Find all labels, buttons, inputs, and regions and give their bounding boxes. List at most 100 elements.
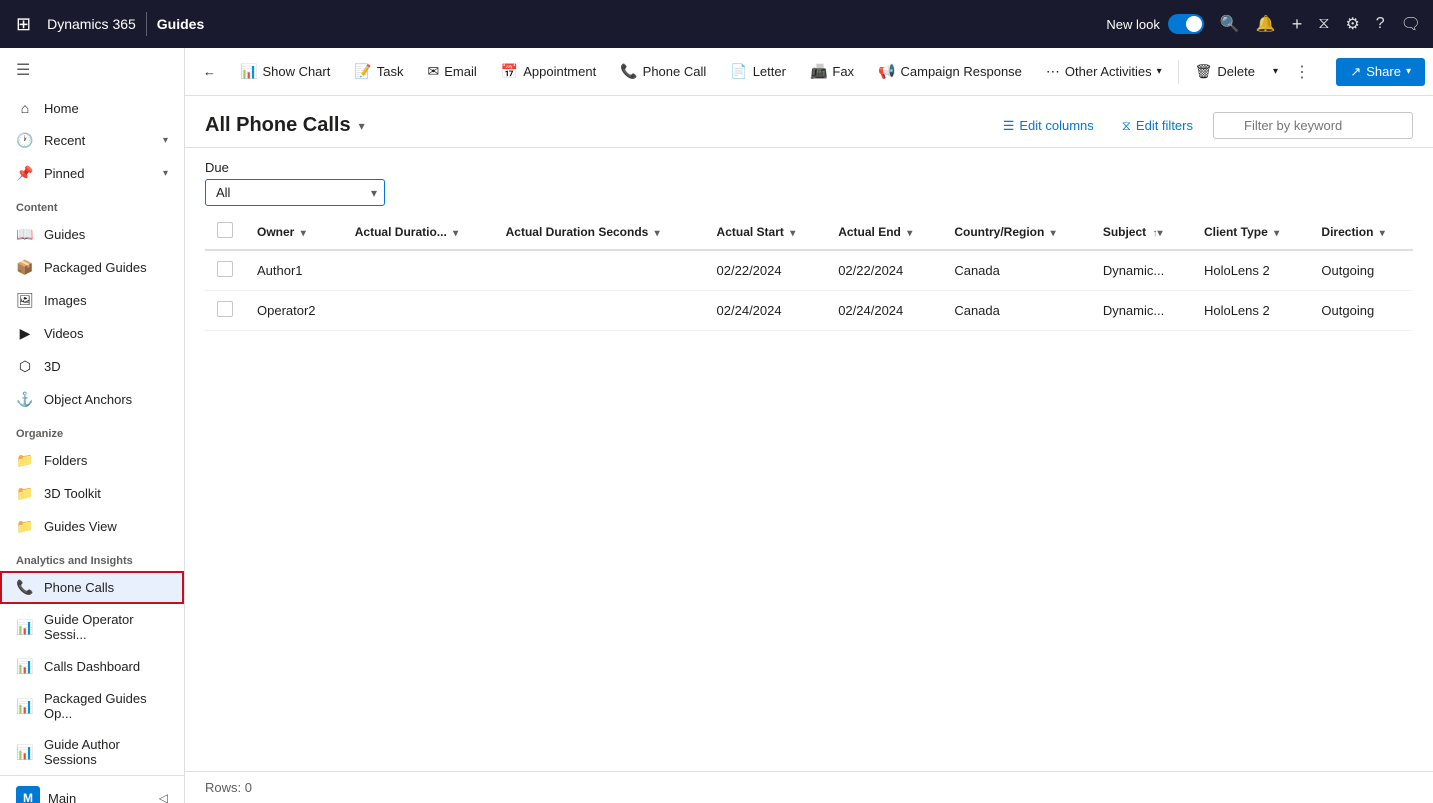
sidebar-item-home[interactable]: ⌂ Home — [0, 92, 184, 124]
table-row[interactable]: Operator2 02/24/2024 02/24/2024 Canada D… — [205, 291, 1413, 331]
due-select[interactable]: All Overdue Due Today Due This Week — [205, 179, 385, 206]
col-header-subject[interactable]: Subject ↑▾ — [1091, 214, 1192, 250]
sidebar-item-videos[interactable]: ▶ Videos — [0, 317, 184, 350]
appointment-button[interactable]: 📅 Appointment — [491, 57, 606, 86]
table-body: Author1 02/22/2024 02/22/2024 Canada Dyn… — [205, 250, 1413, 331]
help-icon[interactable]: ? — [1376, 15, 1385, 33]
edit-columns-button[interactable]: ☰ Edit columns — [995, 114, 1102, 138]
row-checkbox-0[interactable] — [217, 261, 233, 277]
due-select-wrapper: All Overdue Due Today Due This Week ▾ — [205, 179, 385, 206]
col-label-actual-duration: Actual Duratio... — [355, 225, 447, 239]
email-label: Email — [444, 64, 477, 79]
letter-icon: 📄 — [730, 63, 747, 80]
col-header-actual-duration[interactable]: Actual Duratio... ▾ — [343, 214, 494, 250]
sidebar-item-guide-author-sessions[interactable]: 📊 Guide Author Sessions — [0, 729, 184, 775]
col-label-subject: Subject — [1103, 225, 1146, 239]
sidebar-item-phone-calls[interactable]: 📞 Phone Calls — [0, 571, 184, 604]
sidebar-item-packaged-guides[interactable]: 📦 Packaged Guides — [0, 251, 184, 284]
view-actions: ☰ Edit columns ⧖ Edit filters 🔍 — [995, 112, 1413, 139]
table-header: Owner ▾ Actual Duratio... ▾ Actual Durat… — [205, 214, 1413, 250]
col-label-direction: Direction — [1321, 225, 1373, 239]
sidebar-label-3d: 3D — [44, 359, 168, 374]
search-icon[interactable]: 🔍 — [1220, 14, 1240, 34]
sidebar-label-pinned: Pinned — [44, 166, 153, 181]
back-button[interactable]: ← — [193, 58, 226, 85]
sidebar-item-3d-toolkit[interactable]: 📁 3D Toolkit — [0, 477, 184, 510]
view-title-dropdown[interactable]: ▾ — [359, 119, 365, 133]
col-header-direction[interactable]: Direction ▾ — [1309, 214, 1413, 250]
sidebar-label-guides-view: Guides View — [44, 519, 168, 534]
filter-icon[interactable]: ⧖ — [1318, 15, 1329, 33]
row-checkbox-1[interactable] — [217, 301, 233, 317]
content-area: All Phone Calls ▾ ☰ Edit columns ⧖ Edit … — [185, 96, 1433, 771]
sidebar-label-object-anchors: Object Anchors — [44, 392, 168, 407]
email-icon: ✉ — [428, 63, 440, 80]
row-0-checkbox[interactable] — [205, 250, 245, 291]
sidebar-item-packaged-guides-op[interactable]: 📊 Packaged Guides Op... — [0, 683, 184, 729]
main-label: Main — [48, 791, 151, 803]
sidebar-label-videos: Videos — [44, 326, 168, 341]
sidebar-item-object-anchors[interactable]: ⚓ Object Anchors — [0, 383, 184, 416]
sidebar-label-images: Images — [44, 293, 168, 308]
phone-call-button[interactable]: 📞 Phone Call — [610, 57, 716, 86]
main-nav-item[interactable]: M Main ◁ — [0, 775, 184, 803]
filter-input[interactable] — [1213, 112, 1413, 139]
delete-button[interactable]: 🗑 Delete — [1185, 57, 1265, 86]
select-all-checkbox[interactable] — [217, 222, 233, 238]
email-button[interactable]: ✉ Email — [418, 57, 487, 86]
phone-calls-icon: 📞 — [16, 579, 34, 596]
topbar-right: New look 🔍 🔔 + ⧖ ⚙ ? 🗨 — [1106, 14, 1421, 35]
guide-author-sessions-icon: 📊 — [16, 744, 34, 761]
due-filter: Due All Overdue Due Today Due This Week … — [185, 148, 1433, 206]
col-sort-actual-duration: ▾ — [453, 228, 458, 239]
task-button[interactable]: 📝 Task — [344, 57, 413, 86]
sidebar-item-recent[interactable]: 🕐 Recent ▾ — [0, 124, 184, 157]
sidebar-item-images[interactable]: 🖼 Images — [0, 284, 184, 317]
row-1-checkbox[interactable] — [205, 291, 245, 331]
sidebar-item-pinned[interactable]: 📌 Pinned ▾ — [0, 157, 184, 190]
delete-dropdown-button[interactable]: ▾ — [1269, 60, 1282, 83]
new-look-switch[interactable] — [1168, 14, 1204, 34]
other-activities-arrow: ▾ — [1157, 66, 1162, 77]
share-button[interactable]: ↗ Share ▾ — [1336, 58, 1425, 86]
col-header-actual-duration-seconds[interactable]: Actual Duration Seconds ▾ — [494, 214, 705, 250]
main-arrow: ◁ — [159, 791, 168, 803]
row-1-client-type: HoloLens 2 — [1192, 291, 1309, 331]
sidebar-item-3d[interactable]: ⬡ 3D — [0, 350, 184, 383]
sidebar-item-guides[interactable]: 📖 Guides — [0, 218, 184, 251]
sidebar-item-guides-view[interactable]: 📁 Guides View — [0, 510, 184, 543]
settings-icon[interactable]: ⚙ — [1345, 14, 1359, 34]
col-header-owner[interactable]: Owner ▾ — [245, 214, 343, 250]
3d-icon: ⬡ — [16, 358, 34, 375]
other-activities-button[interactable]: ⋯ Other Activities ▾ — [1036, 57, 1172, 86]
col-header-client-type[interactable]: Client Type ▾ — [1192, 214, 1309, 250]
campaign-response-label: Campaign Response — [901, 64, 1022, 79]
apps-icon[interactable]: ⊞ — [12, 10, 35, 39]
plus-icon[interactable]: + — [1292, 14, 1303, 35]
col-header-actual-end[interactable]: Actual End ▾ — [826, 214, 942, 250]
feedback-icon[interactable]: 🗨 — [1401, 14, 1421, 34]
col-sort-client-type: ▾ — [1274, 228, 1279, 239]
col-header-country-region[interactable]: Country/Region ▾ — [942, 214, 1090, 250]
show-chart-button[interactable]: 📊 Show Chart — [230, 57, 340, 86]
view-title-row: All Phone Calls ▾ — [205, 114, 365, 137]
sidebar-collapse-button[interactable]: ☰ — [0, 48, 184, 92]
bell-icon[interactable]: 🔔 — [1256, 14, 1276, 34]
edit-filters-button[interactable]: ⧖ Edit filters — [1114, 114, 1201, 138]
select-all-checkbox-header[interactable] — [205, 214, 245, 250]
fax-button[interactable]: 📠 Fax — [800, 57, 864, 86]
col-header-actual-start[interactable]: Actual Start ▾ — [705, 214, 827, 250]
row-1-actual-end: 02/24/2024 — [826, 291, 942, 331]
sidebar-item-folders[interactable]: 📁 Folders — [0, 444, 184, 477]
sidebar-item-guide-operator-sessions[interactable]: 📊 Guide Operator Sessi... — [0, 604, 184, 650]
sidebar-item-calls-dashboard[interactable]: 📊 Calls Dashboard — [0, 650, 184, 683]
table-row[interactable]: Author1 02/22/2024 02/22/2024 Canada Dyn… — [205, 250, 1413, 291]
content-section-label: Content — [0, 190, 184, 218]
col-sort-owner: ▾ — [301, 228, 306, 239]
row-1-actual-duration — [343, 291, 494, 331]
col-label-client-type: Client Type — [1204, 225, 1268, 239]
more-options-button[interactable]: ⋮ — [1286, 56, 1318, 88]
campaign-response-button[interactable]: 📢 Campaign Response — [868, 57, 1032, 86]
letter-button[interactable]: 📄 Letter — [720, 57, 796, 86]
col-sort-subject: ↑▾ — [1153, 228, 1163, 239]
